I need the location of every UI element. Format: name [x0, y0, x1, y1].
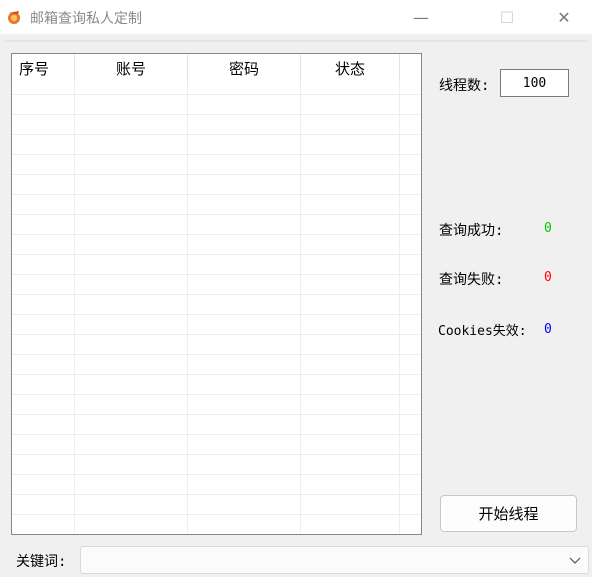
result-table[interactable]: 序号 账号 密码 状态 [11, 53, 422, 535]
grid-column-line [187, 82, 188, 534]
success-count: 0 [544, 221, 552, 236]
grid-column-line [74, 82, 75, 534]
grid-row-line [12, 474, 421, 475]
column-header-password[interactable]: 密码 [188, 54, 301, 82]
cookies-invalid-count: 0 [544, 322, 552, 337]
success-label: 查询成功: [439, 223, 504, 239]
keyword-combobox[interactable] [80, 546, 589, 574]
grid-row-line [12, 214, 421, 215]
column-header-status[interactable]: 状态 [301, 54, 400, 82]
grid-column-line [300, 82, 301, 534]
fail-label: 查询失败: [439, 272, 504, 288]
grid-row-line [12, 494, 421, 495]
threads-label: 线程数: [439, 78, 490, 94]
column-header-index[interactable]: 序号 [12, 54, 75, 82]
grid-row-line [12, 174, 421, 175]
title-bar: 邮箱查询私人定制 — ☐ ✕ [0, 0, 592, 34]
app-icon [8, 11, 20, 24]
minimize-button[interactable]: — [398, 0, 444, 34]
maximize-button[interactable]: ☐ [484, 0, 530, 34]
grid-row-line [12, 414, 421, 415]
grid-row-line [12, 154, 421, 155]
grid-row-line [12, 454, 421, 455]
close-button[interactable]: ✕ [541, 0, 587, 34]
cookies-invalid-label: Cookies失效: [438, 324, 527, 339]
start-threads-label: 开始线程 [478, 505, 539, 523]
table-header: 序号 账号 密码 状态 [12, 54, 421, 82]
threads-input[interactable] [500, 69, 569, 97]
grid-row-line [12, 314, 421, 315]
grid-row-line [12, 94, 421, 95]
window-title: 邮箱查询私人定制 [30, 11, 142, 27]
fail-count: 0 [544, 270, 552, 285]
grid-column-line [399, 82, 400, 534]
grid-row-line [12, 374, 421, 375]
minimize-icon: — [413, 7, 429, 27]
grid-row-line [12, 294, 421, 295]
grid-row-line [12, 334, 421, 335]
grid-row-line [12, 254, 421, 255]
column-header-account[interactable]: 账号 [75, 54, 188, 82]
grid-row-line [12, 194, 421, 195]
close-icon: ✕ [557, 7, 571, 27]
grid-row-line [12, 134, 421, 135]
grid-row-line [12, 114, 421, 115]
start-threads-button[interactable]: 开始线程 [440, 495, 577, 532]
grid-row-line [12, 394, 421, 395]
grid-row-line [12, 234, 421, 235]
grid-row-line [12, 434, 421, 435]
grid-row-line [12, 354, 421, 355]
table-grid [12, 82, 421, 534]
grid-row-line [12, 514, 421, 515]
maximize-icon: ☐ [499, 7, 515, 27]
keyword-label: 关键词: [16, 554, 67, 570]
grid-row-line [12, 534, 421, 535]
chevron-down-icon[interactable] [568, 553, 582, 567]
grid-row-line [12, 274, 421, 275]
client-top-border [4, 40, 588, 42]
